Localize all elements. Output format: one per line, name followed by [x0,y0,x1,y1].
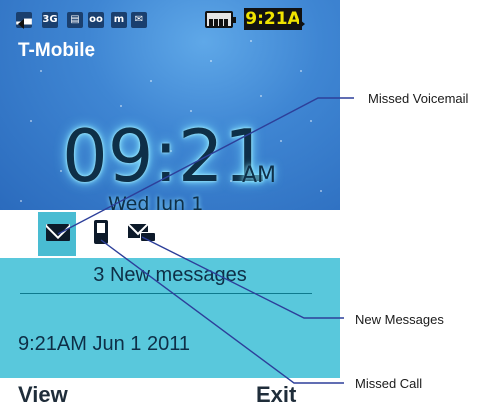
new-messages-label: New Messages [355,312,444,327]
new-messages-title[interactable]: 3 New messages [0,264,340,287]
missed-call-label: Missed Call [355,376,423,391]
panel-divider [20,293,312,294]
battery-icon [205,11,236,28]
clock-ampm: AM [242,163,277,188]
wallpaper-star [250,40,252,42]
clock-time: 09:21 [62,114,270,198]
wallpaper-star [310,120,312,122]
wallpaper-star [30,120,32,122]
new-message-status-icon: ✉ [131,12,147,28]
wallpaper-star [120,105,122,107]
scroll-left-arrow-icon[interactable] [18,19,24,29]
memory-icon: m [111,12,127,28]
wallpaper-star [40,70,42,72]
wallpaper-star [190,110,192,112]
phone-screen: ▂▄ 3G ▤ oo m ✉ 9:21A T-Mobile 09:21 AM W… [0,0,340,418]
status-bar: ▂▄ 3G ▤ oo m ✉ 9:21A [0,0,340,40]
view-softkey[interactable]: View [18,382,68,408]
scroll-right-arrow-icon[interactable] [299,19,305,29]
3g-icon: 3G [42,12,58,28]
new-message-icon[interactable] [46,224,70,241]
message-datetime: 9:21AM Jun 1 2011 [18,333,190,355]
exit-softkey[interactable]: Exit [256,382,296,408]
wallpaper-star [150,80,152,82]
missed-voicemail-label: Missed Voicemail [368,91,469,106]
status-time: 9:21A [244,8,302,30]
missed-call-icon[interactable] [94,220,108,244]
network-icon: ▤ [67,12,83,28]
wallpaper-star [280,140,282,142]
carrier-name: T-Mobile [18,40,96,61]
wallpaper-star [260,95,262,97]
wallpaper-star [210,60,212,62]
wallpaper-star [300,70,302,72]
wallpaper-star [20,200,22,202]
voicemail-status-icon: oo [88,12,104,28]
missed-voicemail-icon[interactable] [128,224,156,242]
wallpaper-star [320,190,322,192]
